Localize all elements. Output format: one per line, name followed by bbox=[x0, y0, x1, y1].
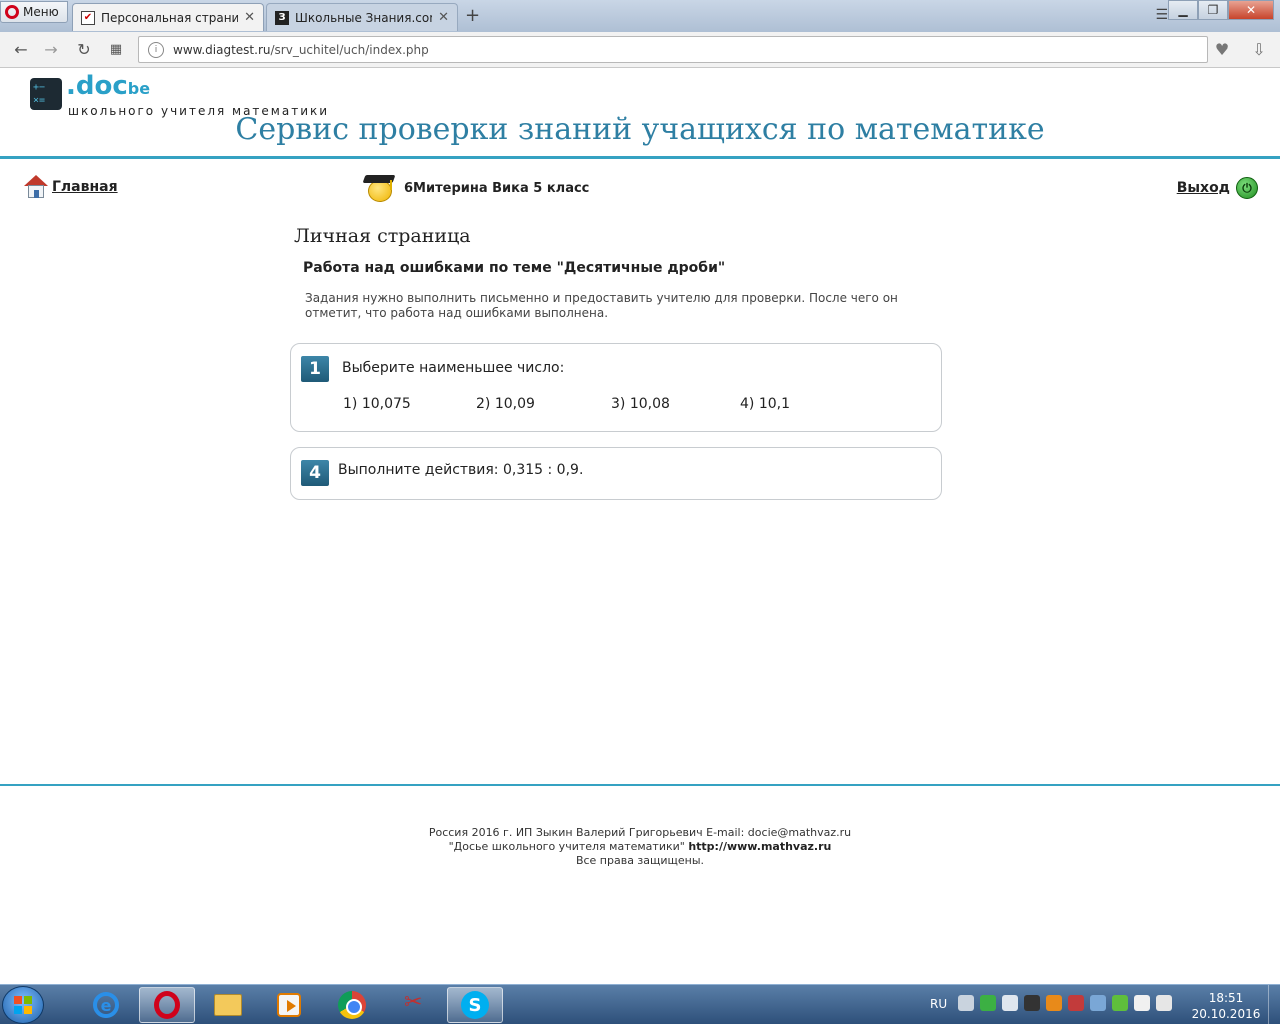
power-icon: ⏻ bbox=[1236, 177, 1258, 199]
tab-title: Персональная страница у bbox=[101, 10, 239, 25]
current-user: 6Митерина Вика 5 класс bbox=[362, 172, 589, 204]
footer: Россия 2016 г. ИП Зыкин Валерий Григорье… bbox=[0, 826, 1280, 868]
section-title: Работа над ошибками по теме "Десятичные … bbox=[303, 260, 726, 276]
tray-network-icon[interactable] bbox=[958, 995, 974, 1011]
page-heading: Личная страница bbox=[294, 225, 471, 247]
windows-taskbar: e S RU 18:51 20.10.2016 bbox=[0, 984, 1280, 1025]
address-toolbar: ← → ↻ ▦ i www.diagtest.ru/srv_uchitel/uc… bbox=[0, 32, 1280, 68]
web-page: +− ×= .docbe школьного учителя математики… bbox=[0, 69, 1280, 984]
home-link-label: Главная bbox=[52, 179, 118, 195]
minimize-icon[interactable]: ▁ bbox=[1168, 0, 1198, 20]
task-number-badge: 1 bbox=[301, 356, 329, 382]
speed-dial-grid-icon[interactable]: ▦ bbox=[106, 42, 126, 57]
answer-option: 3) 10,08 bbox=[611, 396, 670, 412]
reload-icon[interactable]: ↻ bbox=[74, 40, 94, 59]
taskbar-snipping-tool[interactable] bbox=[386, 987, 442, 1023]
taskbar-opera[interactable] bbox=[139, 987, 195, 1023]
clock[interactable]: 18:51 20.10.2016 bbox=[1190, 990, 1262, 1022]
tab-school-knowledge[interactable]: З Школьные Знания.com - ✕ bbox=[266, 3, 458, 31]
media-player-icon bbox=[277, 993, 301, 1017]
checkmark-favicon-icon: ✔ bbox=[81, 10, 95, 25]
language-indicator[interactable]: RU bbox=[930, 997, 947, 1011]
logout-link[interactable]: Выход ⏻ bbox=[1177, 177, 1258, 199]
answer-option: 2) 10,09 bbox=[476, 396, 535, 412]
task-card: 4 Выполните действия: 0,315 : 0,9. bbox=[290, 447, 942, 500]
taskbar-explorer[interactable] bbox=[200, 987, 256, 1023]
site-info-icon[interactable]: i bbox=[148, 42, 164, 58]
menu-label: Меню bbox=[23, 5, 59, 19]
window-close-icon[interactable]: ✕ bbox=[1228, 0, 1274, 20]
answer-option: 1) 10,075 bbox=[343, 396, 411, 412]
browser-tab-bar: Меню ✔ Персональная страница у ✕ З Школь… bbox=[0, 0, 1280, 32]
tray-cloud-icon[interactable] bbox=[1090, 995, 1106, 1011]
graduate-smiley-icon bbox=[362, 172, 398, 204]
clock-time: 18:51 bbox=[1208, 991, 1244, 1005]
tray-security-icon[interactable] bbox=[980, 995, 996, 1011]
footer-rights: Все права защищены. bbox=[575, 854, 705, 867]
opera-menu-button[interactable]: Меню bbox=[0, 1, 68, 23]
task-question: Выполните действия: 0,315 : 0,9. bbox=[338, 462, 584, 478]
tab-personal-page[interactable]: ✔ Персональная страница у ✕ bbox=[72, 3, 264, 31]
footer-divider bbox=[0, 784, 1280, 786]
home-link[interactable]: Главная bbox=[24, 175, 118, 199]
taskbar-skype[interactable]: S bbox=[447, 987, 503, 1023]
tray-device-icon[interactable] bbox=[1002, 995, 1018, 1011]
tab-title: Школьные Знания.com - bbox=[295, 10, 432, 25]
back-arrow-icon[interactable]: ← bbox=[11, 40, 31, 59]
taskbar-internet-explorer[interactable]: e bbox=[78, 987, 134, 1023]
window-controls: ▁ ❐ ✕ bbox=[1168, 0, 1274, 20]
calculator-logo-icon: +− ×= bbox=[30, 78, 62, 110]
instructions-text: Задания нужно выполнить письменно и пред… bbox=[305, 291, 898, 320]
windows-logo-icon bbox=[14, 996, 32, 1014]
internet-explorer-icon: e bbox=[93, 992, 119, 1018]
taskbar-chrome[interactable] bbox=[324, 987, 380, 1023]
tray-update-icon[interactable] bbox=[1046, 995, 1062, 1011]
taskbar-media-player[interactable] bbox=[261, 987, 317, 1023]
tray-flag-icon[interactable] bbox=[1134, 995, 1150, 1011]
house-icon bbox=[24, 175, 48, 199]
header-divider bbox=[0, 156, 1280, 159]
tab-menu-icon[interactable]: ☰ bbox=[1155, 7, 1168, 23]
footer-site-name: "Досье школьного учителя математики" bbox=[448, 840, 689, 853]
tray-app-icon[interactable] bbox=[1024, 995, 1040, 1011]
tab-close-icon[interactable]: ✕ bbox=[438, 10, 449, 25]
footer-copyright: Россия 2016 г. ИП Зыкин Валерий Григорье… bbox=[428, 826, 852, 839]
tray-volume-icon[interactable] bbox=[1156, 995, 1172, 1011]
scissors-icon bbox=[401, 990, 427, 1018]
new-tab-plus-icon[interactable]: + bbox=[465, 5, 480, 26]
tray-antivirus-icon[interactable] bbox=[1112, 995, 1128, 1011]
logo-doc-text: .docbe bbox=[66, 71, 151, 101]
url-host: www.diagtest.ru bbox=[173, 42, 271, 57]
znanija-favicon-icon: З bbox=[275, 10, 289, 25]
skype-icon: S bbox=[461, 991, 489, 1019]
opera-icon bbox=[154, 991, 180, 1019]
tab-close-icon[interactable]: ✕ bbox=[244, 10, 255, 25]
main-content: Личная страница Работа над ошибками по т… bbox=[290, 225, 942, 321]
answer-option: 4) 10,1 bbox=[740, 396, 790, 412]
url-field[interactable]: i www.diagtest.ru/srv_uchitel/uch/index.… bbox=[138, 36, 1208, 63]
opera-logo-icon bbox=[5, 5, 19, 19]
maximize-icon[interactable]: ❐ bbox=[1198, 0, 1228, 20]
show-desktop-button[interactable] bbox=[1268, 985, 1280, 1025]
task-number-badge: 4 bbox=[301, 460, 329, 486]
folder-icon bbox=[214, 994, 242, 1016]
site-title: Сервис проверки знаний учащихся по матем… bbox=[235, 112, 1045, 147]
footer-site-link[interactable]: http://www.mathvaz.ru bbox=[688, 840, 831, 853]
logout-link-label: Выход bbox=[1176, 180, 1230, 196]
start-button[interactable] bbox=[2, 986, 44, 1024]
task-question: Выберите наименьшее число: bbox=[342, 360, 565, 376]
url-path: /srv_uchitel/uch/index.php bbox=[270, 42, 429, 57]
clock-date: 20.10.2016 bbox=[1191, 1007, 1261, 1021]
system-tray bbox=[958, 995, 1172, 1011]
tray-tool-icon[interactable] bbox=[1068, 995, 1084, 1011]
user-name-label: 6Митерина Вика 5 класс bbox=[404, 180, 590, 196]
bookmark-heart-icon[interactable]: ♥ bbox=[1212, 40, 1232, 59]
forward-arrow-icon[interactable]: → bbox=[41, 40, 61, 59]
download-icon[interactable]: ⇩ bbox=[1249, 40, 1269, 59]
chrome-icon bbox=[338, 991, 366, 1019]
task-card: 1 Выберите наименьшее число: 1) 10,075 2… bbox=[290, 343, 942, 432]
